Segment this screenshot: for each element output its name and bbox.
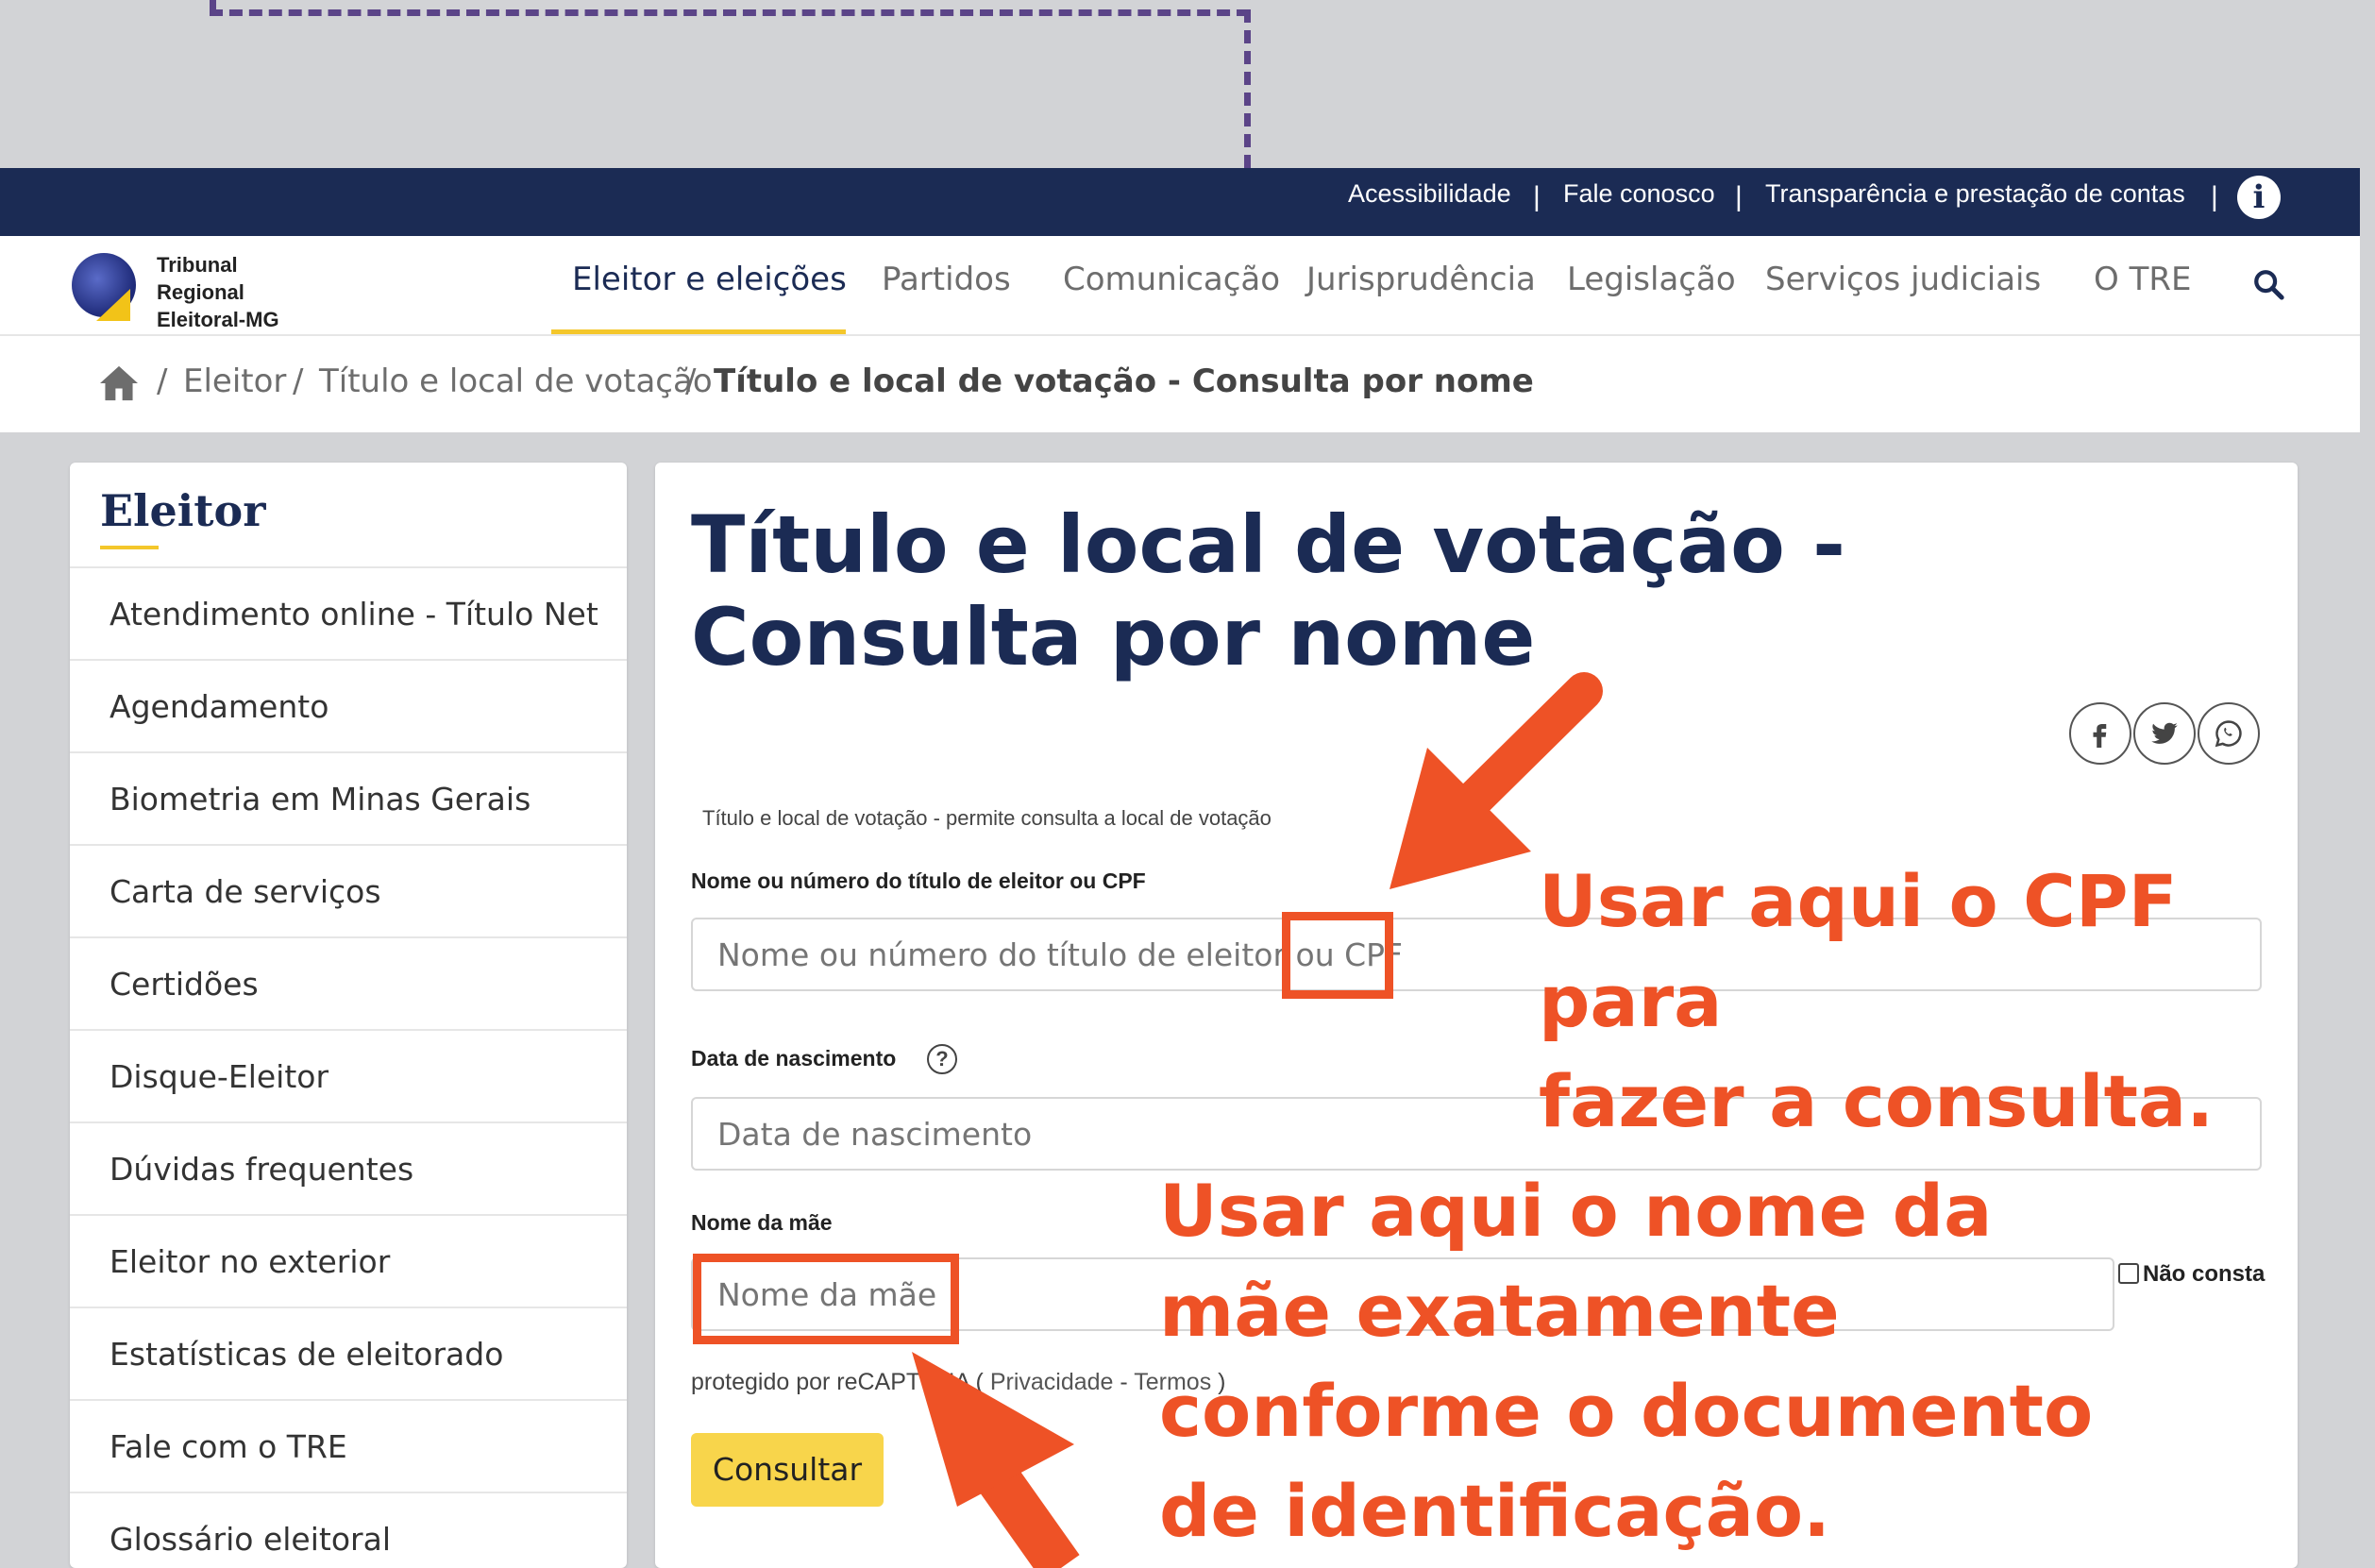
nav-partidos[interactable]: Partidos — [882, 261, 1011, 298]
help-icon[interactable]: ? — [927, 1044, 957, 1074]
breadcrumb-titulo[interactable]: Título e local de votação — [319, 362, 713, 400]
birth-date-label: Data de nascimento — [691, 1046, 897, 1071]
facebook-icon — [2093, 724, 2107, 748]
name-field-label: Nome ou número do título de eleitor ou C… — [691, 868, 1146, 893]
search-icon[interactable] — [2252, 268, 2284, 300]
sidebar-item-biometria[interactable]: Biometria em Minas Gerais — [70, 753, 627, 846]
cpf-highlight-box — [1282, 912, 1393, 999]
sidebar-title: Eleitor — [100, 485, 266, 536]
dashed-connector — [1244, 9, 1251, 168]
tre-mg-logo[interactable]: Tribunal Regional Eleitoral-MG — [70, 245, 306, 331]
consultar-button[interactable]: Consultar — [691, 1433, 884, 1507]
breadcrumb-current: Título e local de votação - Consulta por… — [714, 362, 1534, 400]
main-navbar: Tribunal Regional Eleitoral-MG Eleitor e… — [0, 236, 2360, 336]
sidebar-item-estatisticas[interactable]: Estatísticas de eleitorado — [70, 1308, 627, 1401]
facebook-share-button[interactable] — [2069, 702, 2131, 765]
sidebar-item-glossario[interactable]: Glossário eleitoral — [70, 1493, 627, 1568]
separator: | — [1533, 181, 1541, 212]
dashed-connector — [210, 0, 216, 15]
sidebar: Eleitor Atendimento online - Título Net … — [70, 463, 627, 1568]
sidebar-menu: Atendimento online - Título Net Agendame… — [70, 566, 627, 1568]
logo-text: Tribunal Regional Eleitoral-MG — [157, 253, 279, 331]
sidebar-item-fale-tre[interactable]: Fale com o TRE — [70, 1401, 627, 1493]
separator: | — [2211, 181, 2218, 212]
description-text: Título e local de votação - permite cons… — [702, 806, 1272, 830]
breadcrumb-separator: / — [685, 362, 697, 400]
cpf-annotation: Usar aqui o CPF para fazer a consulta. — [1539, 859, 2215, 1143]
nav-servicos-judiciais[interactable]: Serviços judiciais — [1765, 261, 2041, 298]
whatsapp-icon — [2215, 720, 2242, 748]
mother-name-highlight-box — [693, 1254, 959, 1344]
dashed-connector — [210, 9, 1250, 16]
breadcrumb-eleitor[interactable]: Eleitor — [183, 362, 286, 400]
arrow-to-mother-name-icon — [912, 1352, 1080, 1568]
link-transparencia[interactable]: Transparência e prestação de contas — [1765, 179, 2185, 209]
nav-legislacao[interactable]: Legislação — [1567, 261, 1736, 298]
separator: | — [1735, 181, 1743, 212]
sidebar-item-disque-eleitor[interactable]: Disque-Eleitor — [70, 1031, 627, 1123]
nav-comunicacao[interactable]: Comunicação — [1063, 261, 1280, 298]
breadcrumb-separator: / — [157, 362, 168, 400]
nao-consta-checkbox[interactable] — [2118, 1263, 2139, 1284]
link-acessibilidade[interactable]: Acessibilidade — [1348, 179, 1511, 209]
mother-name-annotation: Usar aqui o nome da mãe exatamente confo… — [1159, 1169, 2094, 1553]
page-title: Título e local de votação - Consulta por… — [691, 498, 1845, 683]
sidebar-item-carta-servicos[interactable]: Carta de serviços — [70, 846, 627, 938]
nav-jurisprudencia[interactable]: Jurisprudência — [1306, 261, 1536, 298]
sidebar-item-exterior[interactable]: Eleitor no exterior — [70, 1216, 627, 1308]
home-icon[interactable] — [98, 364, 140, 402]
twitter-icon — [2151, 722, 2178, 744]
mother-name-label: Nome da mãe — [691, 1210, 833, 1235]
link-fale-conosco[interactable]: Fale conosco — [1563, 179, 1715, 209]
sidebar-title-underline — [100, 546, 159, 549]
sidebar-item-duvidas[interactable]: Dúvidas frequentes — [70, 1123, 627, 1216]
sidebar-item-certidoes[interactable]: Certidões — [70, 938, 627, 1031]
breadcrumb-separator: / — [293, 362, 304, 400]
active-nav-indicator — [551, 329, 846, 334]
nao-consta-label: Não consta — [2143, 1261, 2266, 1287]
whatsapp-share-button[interactable] — [2198, 702, 2260, 765]
twitter-share-button[interactable] — [2133, 702, 2196, 765]
top-utility-bar: Acessibilidade | Fale conosco | Transpar… — [0, 168, 2360, 236]
breadcrumb: / Eleitor / Título e local de votação / … — [0, 336, 2360, 432]
nav-o-tre[interactable]: O TRE — [2094, 261, 2191, 298]
sidebar-item-titulo-net[interactable]: Atendimento online - Título Net — [70, 568, 627, 661]
sidebar-item-agendamento[interactable]: Agendamento — [70, 661, 627, 753]
nav-eleitor-e-eleicoes[interactable]: Eleitor e eleições — [572, 261, 847, 298]
info-icon[interactable]: i — [2237, 176, 2281, 219]
